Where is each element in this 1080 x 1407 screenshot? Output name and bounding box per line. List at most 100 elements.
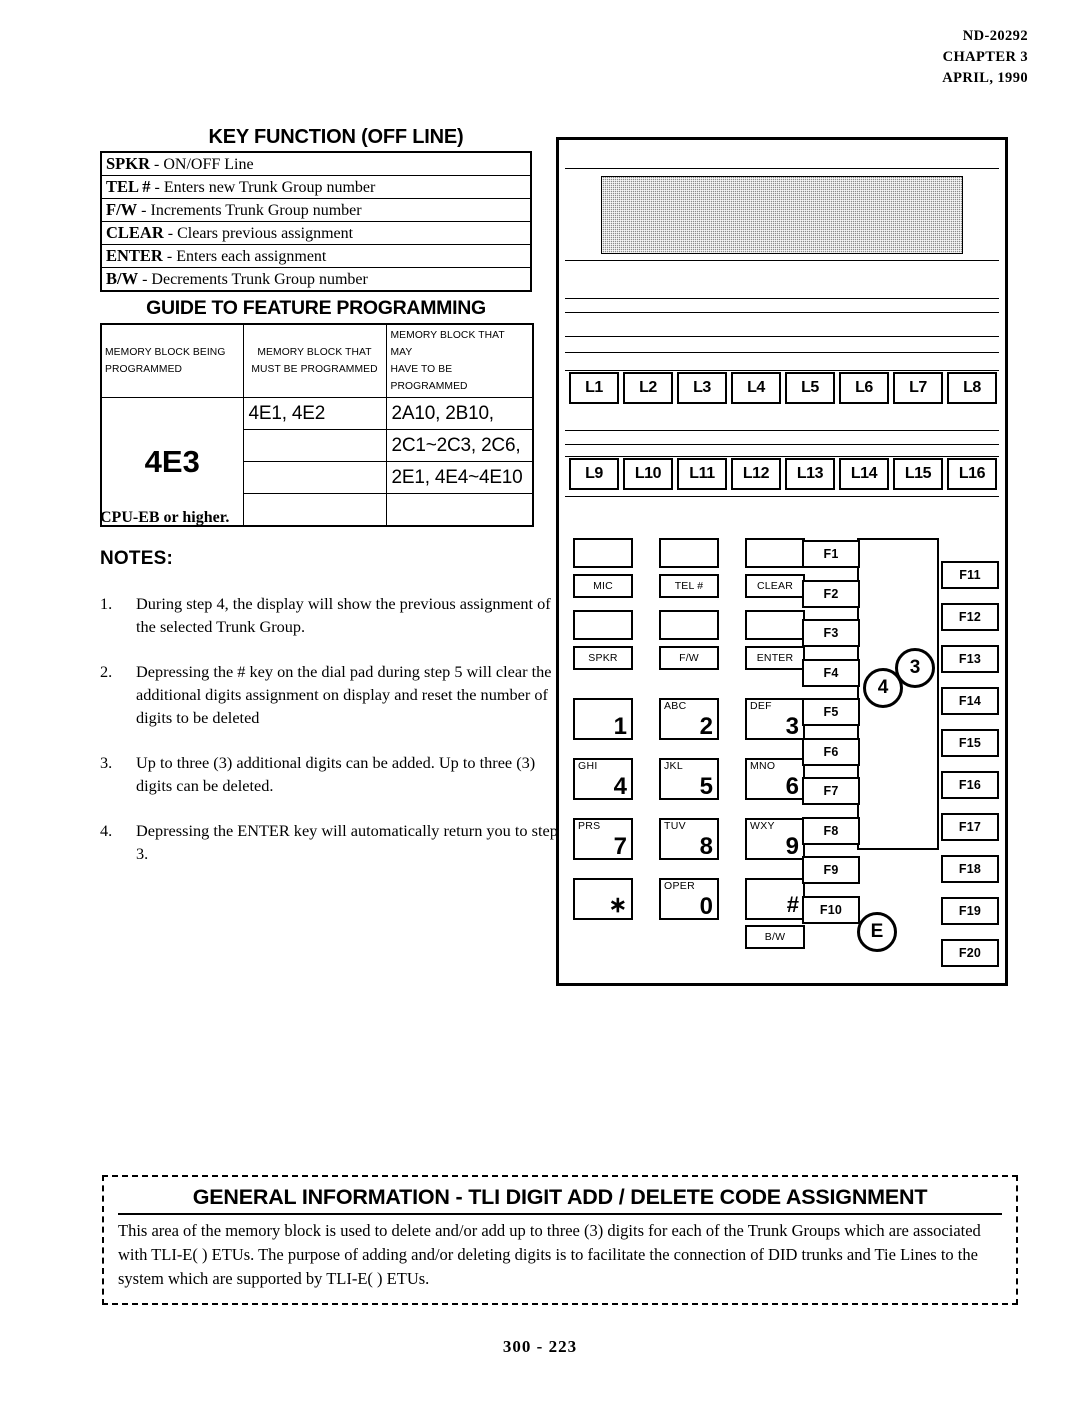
function-key-f5[interactable]: F5 — [802, 698, 860, 726]
line-key-row-1: L1 L2 L3 L4 L5 L6 L7 L8 — [569, 372, 997, 404]
line-key-l4[interactable]: L4 — [731, 372, 781, 404]
guide-header-col3: MEMORY BLOCK THAT MAY HAVE TO BE PROGRAM… — [385, 323, 534, 398]
step-callout-e: E — [857, 912, 897, 952]
function-key-f16[interactable]: F16 — [941, 771, 999, 799]
document-header: ND-20292 CHAPTER 3 APRIL, 1990 — [942, 26, 1028, 89]
control-key-blank-cap[interactable] — [659, 610, 719, 640]
dial-key-3[interactable]: DEF 3 — [745, 698, 805, 740]
line-key-l10[interactable]: L10 — [623, 458, 673, 490]
key-function-description: Decrements Trunk Group number — [151, 271, 368, 288]
line-key-l13[interactable]: L13 — [785, 458, 835, 490]
dial-key-7[interactable]: PRS 7 — [573, 818, 633, 860]
table-row: ENTER - Enters each assignment — [101, 244, 531, 268]
dial-key-5[interactable]: JKL 5 — [659, 758, 719, 800]
guide-header-col2-line2: MUST BE PROGRAMMED — [251, 364, 378, 375]
function-key-f20[interactable]: F20 — [941, 939, 999, 967]
line-key-l8[interactable]: L8 — [947, 372, 997, 404]
dial-key-digit: 5 — [699, 773, 713, 800]
dial-key-6[interactable]: MNO 6 — [745, 758, 805, 800]
key-function-description: Increments Trunk Group number — [150, 202, 362, 219]
document-page: ND-20292 CHAPTER 3 APRIL, 1990 KEY FUNCT… — [0, 0, 1080, 1407]
key-function-row-3: CLEAR - Clears previous assignment — [101, 221, 531, 245]
dial-key-letters: WXY — [750, 820, 775, 832]
table-row: F/W - Increments Trunk Group number — [101, 198, 531, 222]
control-key-blank-cap[interactable] — [573, 538, 633, 568]
function-key-f3[interactable]: F3 — [802, 619, 860, 647]
phone-lower-separator — [565, 496, 999, 497]
key-function-row-5: B/W - Decrements Trunk Group number — [101, 267, 531, 292]
dial-key-star[interactable]: ∗ — [573, 878, 633, 920]
control-key-clear[interactable]: CLEAR — [745, 538, 805, 598]
dial-key-9[interactable]: WXY 9 — [745, 818, 805, 860]
line-key-l9[interactable]: L9 — [569, 458, 619, 490]
dial-key-4[interactable]: GHI 4 — [573, 758, 633, 800]
key-function-description: Enters new Trunk Group number — [163, 179, 376, 196]
line-key-l11[interactable]: L11 — [677, 458, 727, 490]
function-key-f7[interactable]: F7 — [802, 777, 860, 805]
function-key-f18[interactable]: F18 — [941, 855, 999, 883]
dial-key-1[interactable]: 1 — [573, 698, 633, 740]
line-key-l2[interactable]: L2 — [623, 372, 673, 404]
line-key-l12[interactable]: L12 — [731, 458, 781, 490]
key-function-separator: - — [150, 156, 164, 173]
function-key-f2[interactable]: F2 — [802, 579, 860, 608]
control-key-blank-cap[interactable] — [745, 610, 805, 640]
table-row: SPKR - ON/OFF Line — [101, 152, 531, 176]
dial-key-0[interactable]: OPER 0 — [659, 878, 719, 920]
line-key-l16[interactable]: L16 — [947, 458, 997, 490]
lcd-display — [601, 176, 963, 254]
control-key-enter[interactable]: ENTER — [745, 610, 805, 670]
chapter-label: CHAPTER 3 — [942, 49, 1028, 65]
line-key-l7[interactable]: L7 — [893, 372, 943, 404]
guide-to-feature-programming-section: GUIDE TO FEATURE PROGRAMMING MEMORY BLOC… — [100, 297, 534, 527]
doc-number: ND-20292 — [962, 28, 1028, 44]
line-key-l15[interactable]: L15 — [893, 458, 943, 490]
control-key-label[interactable]: MIC — [573, 574, 633, 598]
function-key-f8[interactable]: F8 — [802, 816, 860, 845]
line-key-l6[interactable]: L6 — [839, 372, 889, 404]
general-information-title: GENERAL INFORMATION - TLI DIGIT ADD / DE… — [118, 1185, 1002, 1215]
function-key-f1[interactable]: F1 — [802, 540, 860, 568]
function-key-f14[interactable]: F14 — [941, 687, 999, 715]
dial-key-hash[interactable]: # — [745, 878, 805, 920]
line-key-l14[interactable]: L14 — [839, 458, 889, 490]
key-function-separator: - — [162, 248, 177, 265]
control-key-blank-cap[interactable] — [745, 538, 805, 568]
function-key-f12[interactable]: F12 — [941, 603, 999, 631]
function-key-f11[interactable]: F11 — [941, 561, 999, 589]
key-function-row-2: F/W - Increments Trunk Group number — [101, 198, 531, 222]
function-key-f4[interactable]: F4 — [802, 658, 860, 687]
key-function-description: ON/OFF Line — [163, 156, 254, 173]
dial-key-digit: 4 — [613, 773, 627, 800]
control-key-blank-cap[interactable] — [573, 610, 633, 640]
line-key-l5[interactable]: L5 — [785, 372, 835, 404]
function-key-f17[interactable]: F17 — [941, 813, 999, 841]
function-key-f19[interactable]: F19 — [941, 897, 999, 925]
function-key-f10[interactable]: F10 — [802, 895, 860, 924]
control-key-mic[interactable]: MIC — [573, 538, 633, 598]
control-key-label[interactable]: CLEAR — [745, 574, 805, 598]
control-key-fw[interactable]: F/W — [659, 610, 719, 670]
control-key-label[interactable]: ENTER — [745, 646, 805, 670]
function-key-f15[interactable]: F15 — [941, 729, 999, 757]
function-key-f6[interactable]: F6 — [802, 737, 860, 766]
control-key-bw[interactable]: B/W — [745, 925, 805, 949]
control-key-label[interactable]: TEL # — [659, 574, 719, 598]
function-key-f9[interactable]: F9 — [802, 856, 860, 884]
control-key-tel[interactable]: TEL # — [659, 538, 719, 598]
control-key-label[interactable]: F/W — [659, 646, 719, 670]
must-be-programmed-value-2 — [242, 461, 387, 494]
control-key-label[interactable]: SPKR — [573, 646, 633, 670]
phone-band-6 — [565, 352, 999, 371]
general-information-box: GENERAL INFORMATION - TLI DIGIT ADD / DE… — [102, 1175, 1018, 1305]
control-key-blank-cap[interactable] — [659, 538, 719, 568]
step-callout-4: 4 — [863, 668, 903, 708]
dial-key-2[interactable]: ABC 2 — [659, 698, 719, 740]
control-key-spkr[interactable]: SPKR — [573, 610, 633, 670]
must-be-programmed-value-1 — [242, 429, 387, 462]
dial-key-digit: 2 — [699, 713, 713, 740]
line-key-l3[interactable]: L3 — [677, 372, 727, 404]
dial-key-8[interactable]: TUV 8 — [659, 818, 719, 860]
function-key-f13[interactable]: F13 — [941, 645, 999, 673]
line-key-l1[interactable]: L1 — [569, 372, 619, 404]
